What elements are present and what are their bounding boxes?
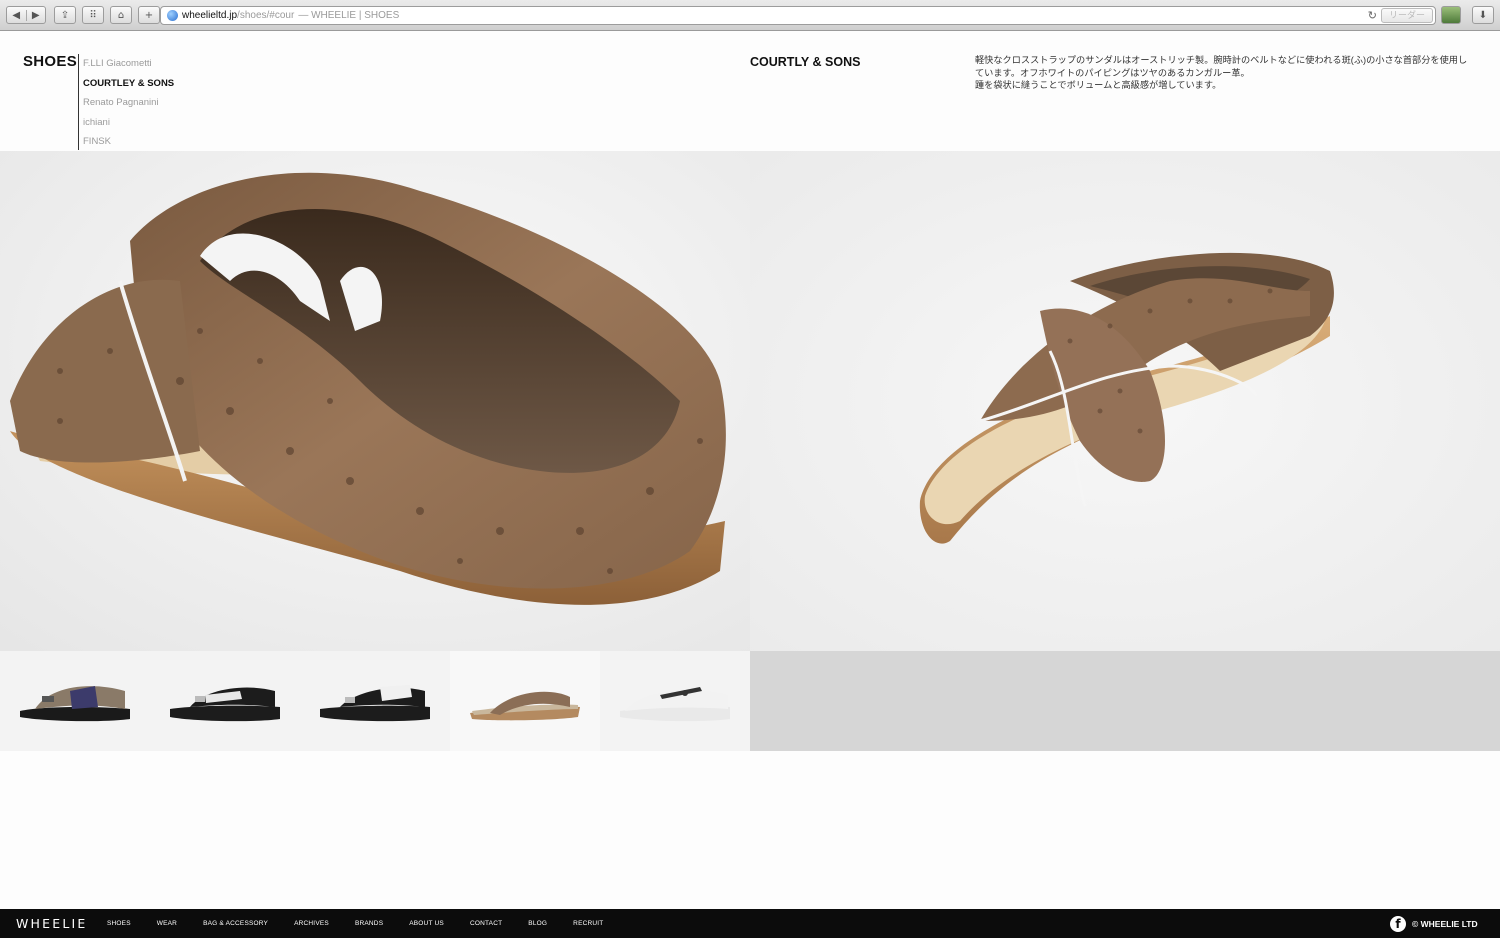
nav-about-us[interactable]: ABOUT US <box>409 920 444 927</box>
footer-nav: SHOES WEAR BAG & ACCESSORY ARCHIVES BRAN… <box>107 909 629 938</box>
reload-icon[interactable]: ↻ <box>1368 9 1377 22</box>
brand-link-ichiani[interactable]: ichiani <box>83 116 174 136</box>
plus-icon: + <box>144 9 154 21</box>
nav-shoes[interactable]: SHOES <box>107 920 131 927</box>
description-line: 軽快なクロスストラップのサンダルはオーストリッチ製。腕時計のベルトなどに使われる… <box>975 55 1468 65</box>
site-footer: WHEELIE SHOES WEAR BAG & ACCESSORY ARCHI… <box>0 909 1500 938</box>
section-title: SHOES <box>23 53 78 70</box>
grid-icon: ⠿ <box>89 9 97 21</box>
download-icon: ⬇ <box>1478 9 1488 21</box>
top-sites-button[interactable]: ⠿ <box>82 6 104 24</box>
address-bar[interactable]: wheelieltd.jp /shoes/#cour — WHEELIE | S… <box>160 6 1436 25</box>
thumbnail-item[interactable] <box>300 651 450 751</box>
product-description: 軽快なクロスストラップのサンダルはオーストリッチ製。腕時計のベルトなどに使われる… <box>975 54 1485 92</box>
facebook-icon[interactable]: f <box>1390 916 1406 932</box>
nav-recruit[interactable]: RECRUIT <box>573 920 603 927</box>
thumbnail-item[interactable] <box>150 651 300 751</box>
forward-icon[interactable]: ▶ <box>25 9 46 21</box>
downloads-button[interactable]: ⬇ <box>1472 6 1494 24</box>
main-photo-side-view <box>750 151 1500 651</box>
empty-gallery-area <box>750 651 1500 751</box>
nav-brands[interactable]: BRANDS <box>355 920 383 927</box>
browser-toolbar: ◀ ▶ ⇪ ⠿ ⌂ + wheelieltd.jp /shoes/#cour —… <box>0 0 1500 31</box>
nav-bag-accessory[interactable]: BAG & ACCESSORY <box>203 920 268 927</box>
main-photo-back-view <box>0 151 750 651</box>
add-bookmark-button[interactable]: + <box>138 6 160 24</box>
back-icon[interactable]: ◀ <box>7 10 26 21</box>
brand-link-giacometti[interactable]: F.LLI Giacometti <box>83 57 174 77</box>
share-button[interactable]: ⇪ <box>54 6 76 24</box>
globe-icon <box>167 10 178 21</box>
page-title: — WHEELIE | SHOES <box>298 10 400 21</box>
thumbnail-item[interactable] <box>600 651 750 751</box>
nav-blog[interactable]: BLOG <box>528 920 547 927</box>
wheelie-logo[interactable]: WHEELIE <box>16 916 88 931</box>
nav-archives[interactable]: ARCHIVES <box>294 920 329 927</box>
description-line: 踵を袋状に縫うことでボリュームと高級感が増しています。 <box>975 80 1222 90</box>
url-host: wheelieltd.jp <box>182 10 238 21</box>
image-extension-button[interactable] <box>1441 6 1461 24</box>
reader-button[interactable]: リーダー <box>1380 8 1433 23</box>
brand-link-courtley[interactable]: COURTLEY & SONS <box>83 77 174 97</box>
sidebar-divider <box>78 54 79 150</box>
nav-contact[interactable]: CONTACT <box>470 920 502 927</box>
description-line: ています。オフホワイトのパイピングはツヤのあるカンガルー革。 <box>975 67 1250 78</box>
copyright-text: © WHEELIE LTD <box>1412 919 1478 929</box>
home-icon: ⌂ <box>117 9 125 21</box>
home-button[interactable]: ⌂ <box>110 6 132 24</box>
brand-link-pagnanini[interactable]: Renato Pagnanini <box>83 96 174 116</box>
thumbnail-item[interactable] <box>0 651 150 751</box>
brand-list: F.LLI Giacometti COURTLEY & SONS Renato … <box>83 57 174 155</box>
nav-wear[interactable]: WEAR <box>157 920 177 927</box>
url-path: /shoes/#cour <box>237 10 295 21</box>
thumbnail-strip <box>0 651 750 751</box>
brand-heading: COURTLY & SONS <box>750 55 861 69</box>
share-icon: ⇪ <box>60 9 70 21</box>
back-forward-buttons[interactable]: ◀ ▶ <box>6 6 46 24</box>
thumbnail-item-selected[interactable] <box>450 651 600 751</box>
